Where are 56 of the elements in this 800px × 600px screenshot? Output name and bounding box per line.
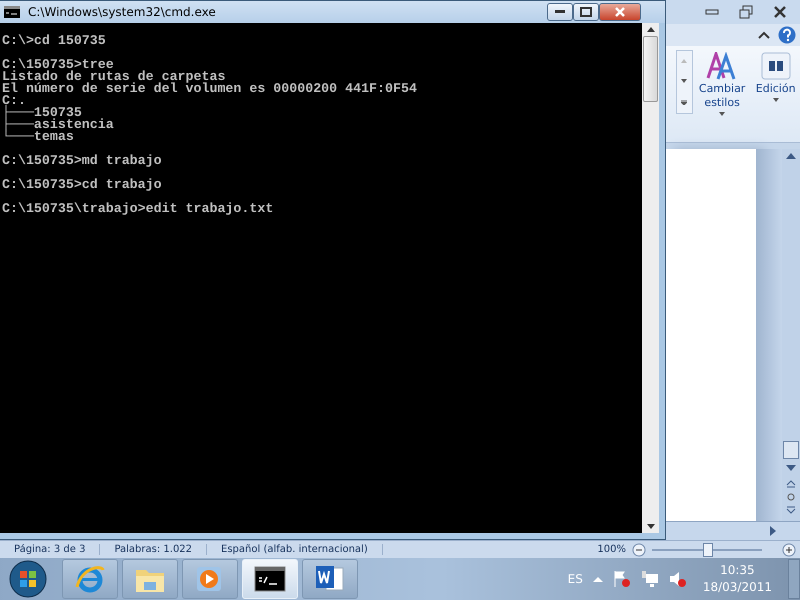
scroll-thumb[interactable]: [783, 441, 799, 459]
minimize-icon: [555, 10, 565, 14]
start-button[interactable]: [8, 559, 48, 599]
minimize-icon: [705, 9, 719, 15]
status-text: Español (alfab. internacional): [207, 544, 383, 555]
minimize-button[interactable]: [547, 3, 573, 21]
collapse-ribbon-icon[interactable]: [758, 31, 770, 39]
speaker-muted-icon[interactable]: [668, 570, 687, 588]
ribbon-button[interactable]: Cambiar estilos: [696, 50, 748, 142]
binoculars-icon: [760, 52, 791, 80]
vertical-scrollbar[interactable]: [782, 149, 800, 521]
network-icon[interactable]: [640, 570, 659, 588]
gallery-scroll[interactable]: [676, 50, 693, 114]
flag-icon[interactable]: [612, 570, 631, 588]
console-line: └───temas: [2, 131, 74, 143]
caret-icon: [719, 112, 726, 116]
styles-icon: [706, 52, 738, 80]
up-arrow-icon: [681, 59, 688, 64]
status-text: Palabras: 1.022: [100, 544, 208, 555]
console-line: C:.: [2, 95, 26, 107]
status-text: Página: 3 de 3: [0, 544, 100, 555]
console-icon: [254, 566, 286, 592]
help-icon[interactable]: [778, 26, 796, 44]
up-arrow-icon[interactable]: [786, 153, 796, 159]
down-arrow-icon[interactable]: [646, 524, 654, 529]
scroll-thumb[interactable]: [643, 36, 658, 102]
console-line: C:\>cd 150735: [2, 32, 106, 47]
console-line: C:\150735>cd trabajo: [2, 176, 162, 191]
ribbon-button[interactable]: Edición: [751, 50, 800, 142]
down-arrow-icon[interactable]: [786, 465, 796, 471]
up-arrow-icon[interactable]: [646, 27, 654, 32]
browser-icon: [74, 563, 106, 595]
console-line: Listado de rutas de carpetas: [2, 71, 226, 83]
console-line: C:\150735>tree: [2, 56, 114, 71]
vertical-scrollbar[interactable]: [642, 23, 659, 533]
console-line: ├───asistencia: [2, 119, 114, 131]
close-icon: [614, 7, 626, 17]
console-line: ├───150735: [2, 107, 82, 119]
console-icon: [4, 6, 20, 18]
close-icon: [773, 5, 787, 19]
close-button[interactable]: [599, 3, 641, 21]
console-line: El número de serie del volumen es 00000200 441F:0F54: [2, 83, 417, 95]
right-arrow-icon[interactable]: [770, 526, 776, 536]
window-title: C:\Windows\system32\cmd.exe: [28, 5, 216, 19]
zoom-text: 100%: [596, 544, 627, 555]
more-icon: [681, 100, 688, 105]
maximize-button[interactable]: [573, 3, 599, 21]
maximize-icon: [580, 7, 592, 17]
taskbar-button[interactable]: [302, 559, 358, 599]
console-line: C:\150735>md trabajo: [2, 152, 162, 167]
zoom-out-icon[interactable]: [632, 542, 646, 556]
restore-icon: [739, 5, 753, 19]
zoom-in-icon[interactable]: [782, 542, 796, 556]
down-arrow-icon: [681, 79, 688, 84]
caret-icon: [772, 98, 779, 102]
console-line: C:\150735\trabajo>edit trabajo.txt: [2, 200, 274, 215]
